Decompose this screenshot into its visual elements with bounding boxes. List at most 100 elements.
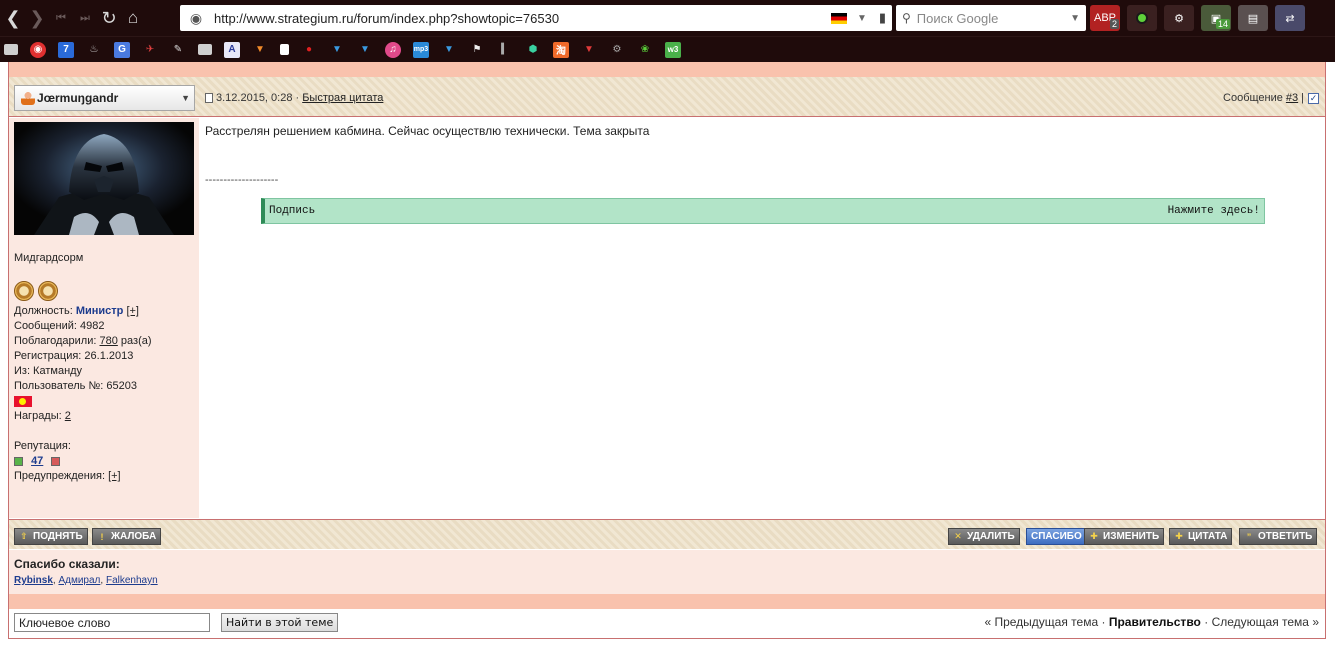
flag-icon[interactable]: ⚑ — [469, 42, 485, 58]
wheel-icon[interactable]: ⚙ — [1164, 5, 1194, 31]
thanks-user-link[interactable]: Rybinsk — [14, 575, 53, 586]
thanks-user-link[interactable]: Falkenhayn — [106, 575, 158, 586]
message-number-link[interactable]: #3 — [1286, 92, 1298, 104]
thanks-list: Rybinsk, Адмирал, Falkenhayn — [14, 575, 158, 586]
address-bar[interactable]: ◉ http://www.strategium.ru/forum/index.p… — [180, 5, 892, 31]
topic-footer: Найти в этой теме « Предыдущая тема · Пр… — [9, 610, 1325, 639]
translate-icon[interactable]: G — [114, 41, 130, 58]
plus-icon: ✚ — [1175, 531, 1183, 541]
bookmark-icon[interactable]: ▮ — [879, 10, 886, 26]
edit-button[interactable]: ✚ ИЗМЕНИТЬ — [1084, 528, 1165, 545]
select-post-checkbox[interactable]: ✓ — [1308, 92, 1319, 104]
medal-icon[interactable] — [14, 281, 34, 301]
folder-icon[interactable] — [4, 44, 18, 55]
forum-post-container: Jœrmuŋgandr ▼ 3.12.2015, 0:28 · Быстрая … — [8, 62, 1326, 639]
adblock-icon[interactable]: ABP 2 — [1090, 5, 1120, 31]
folder-icon[interactable] — [198, 44, 212, 55]
avatar[interactable] — [14, 122, 194, 235]
bar-icon[interactable]: ▍ — [497, 42, 513, 58]
search-bar[interactable]: ⚲ Поиск Google ▼ — [896, 5, 1086, 31]
gear-icon[interactable]: ⚙ — [609, 42, 625, 58]
pen-icon[interactable]: ✎ — [170, 42, 186, 58]
user-stats: Должность: Министр [+] Сообщений: 4982 П… — [14, 304, 198, 484]
target-icon[interactable]: ◉ — [30, 41, 46, 58]
fire-icon[interactable]: ♨ — [86, 42, 102, 58]
mail-icon[interactable]: ▼ — [357, 42, 373, 58]
chevron-down-icon: ▼ — [181, 93, 190, 103]
thanks-user-link[interactable]: Адмирал — [58, 575, 100, 586]
taobao-icon[interactable]: 淘 — [553, 41, 569, 58]
post-date: 3.12.2015, 0:28 · — [216, 92, 300, 104]
reputation-minus-icon[interactable] — [14, 456, 23, 466]
user-panel: Мидгардсорм Должность: Министр [+] Сообщ… — [9, 118, 199, 518]
apple-icon[interactable]: ● — [301, 42, 317, 58]
sprout-icon[interactable]: ❀ — [637, 42, 653, 58]
signature-label: Подпись — [269, 205, 316, 217]
reputation-plus-icon[interactable] — [51, 456, 61, 466]
warnings-expand[interactable]: [+] — [108, 470, 121, 482]
gmail-icon[interactable]: ▼ — [581, 42, 597, 58]
url-text[interactable]: http://www.strategium.ru/forum/index.php… — [214, 11, 831, 26]
thanks-section: Спасибо сказали: Rybinsk, Адмирал, Falke… — [9, 550, 1325, 594]
find-in-topic-button[interactable]: Найти в этой теме — [221, 613, 339, 632]
keyword-search-input[interactable] — [14, 613, 210, 632]
first-icon[interactable]: ⏮ — [50, 5, 72, 31]
separator: | — [1301, 92, 1304, 104]
previous-topic-link[interactable]: « Предыдущая тема — [984, 615, 1098, 629]
medal-icon[interactable] — [38, 281, 58, 301]
reload-icon[interactable]: ↻ — [98, 5, 120, 31]
w3-icon[interactable]: w3 — [665, 41, 681, 58]
awards-row: Награды: 2 — [14, 410, 71, 422]
awards-count-link[interactable]: 2 — [65, 410, 71, 422]
mp3-icon[interactable]: mp3 — [413, 41, 429, 58]
top-band — [9, 62, 1325, 77]
last-icon[interactable]: ⏭ — [74, 5, 96, 31]
raise-button[interactable]: ⇧ ПОДНЯТЬ — [14, 528, 88, 545]
a-icon[interactable]: A — [224, 41, 240, 58]
next-topic-link[interactable]: Следующая тема » — [1212, 615, 1319, 629]
posts-count: Сообщений: 4982 — [14, 320, 105, 332]
mail-icon[interactable]: ▼ — [329, 42, 345, 58]
folder-icon[interactable]: ▤ — [1238, 5, 1268, 31]
quick-quote-link[interactable]: Быстрая цитата — [302, 92, 383, 104]
mail-icon[interactable]: ▼ — [252, 42, 268, 58]
medals — [14, 281, 58, 301]
position-expand[interactable]: [+] — [126, 305, 139, 317]
url-dropdown-icon[interactable]: ▼ — [857, 13, 867, 24]
hexagon-icon[interactable]: ⬢ — [525, 42, 541, 58]
complaint-button[interactable]: ! ЖАЛОБА — [92, 528, 162, 545]
tabs-icon[interactable]: ▣14 — [1201, 5, 1231, 31]
reply-button[interactable]: ” ОТВЕТИТЬ — [1239, 528, 1318, 545]
signature-spoiler[interactable]: Подпись Нажмите здесь! — [261, 198, 1265, 224]
user-title: Мидгардсорм — [14, 252, 84, 264]
seven-icon[interactable]: 7 — [58, 41, 74, 58]
back-icon[interactable]: ❮ — [2, 5, 24, 31]
quote-marks-icon: ” — [1246, 531, 1252, 542]
topic-navigation: « Предыдущая тема · Правительство · След… — [984, 615, 1319, 629]
warnings-row: Предупреждения: [+] — [14, 470, 121, 482]
thanks-button[interactable]: СПАСИБО — [1026, 528, 1087, 545]
signature-action[interactable]: Нажмите здесь! — [1168, 205, 1260, 217]
quote-button[interactable]: ✚ ЦИТАТА — [1169, 528, 1233, 545]
current-forum-link[interactable]: Правительство — [1109, 615, 1201, 629]
mail-icon[interactable]: ▼ — [441, 42, 457, 58]
thanked-row: Поблагодарили: 780 раз(а) — [14, 335, 152, 347]
reputation-row: 47 — [14, 454, 198, 469]
registration-date: Регистрация: 26.1.2013 — [14, 350, 134, 362]
search-input[interactable]: Поиск Google — [917, 11, 1070, 26]
author-dropdown[interactable]: Jœrmuŋgandr ▼ — [14, 85, 195, 111]
arrow-up-icon: ⇧ — [20, 531, 28, 541]
search-dropdown-icon[interactable]: ▼ — [1070, 13, 1080, 24]
music-icon[interactable]: ♫ — [385, 41, 401, 58]
page-icon[interactable] — [280, 44, 289, 55]
delete-button[interactable]: ✕ УДАЛИТЬ — [948, 528, 1020, 545]
reputation-value[interactable]: 47 — [31, 455, 43, 467]
forward-icon[interactable]: ❯ — [26, 5, 48, 31]
user-number: Пользователь №: 65203 — [14, 380, 137, 392]
sync-icon[interactable]: ⇄ — [1275, 5, 1305, 31]
thanked-count-link[interactable]: 780 — [100, 335, 118, 347]
record-icon[interactable] — [1127, 5, 1157, 31]
home-icon[interactable]: ⌂ — [122, 5, 144, 31]
author-name: Jœrmuŋgandr — [37, 91, 119, 105]
plane-icon[interactable]: ✈ — [142, 42, 158, 58]
